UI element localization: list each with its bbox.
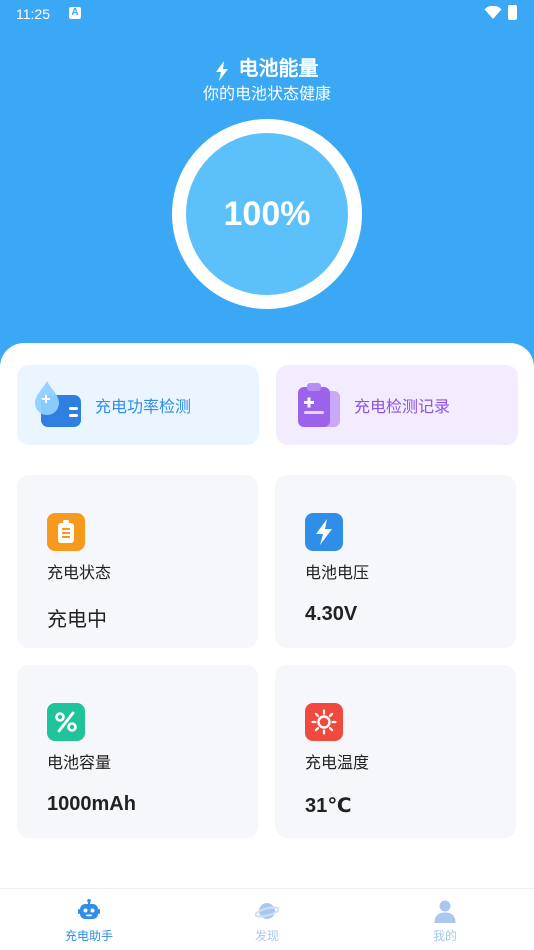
charge-record-button[interactable]: 充电检测记录 <box>276 365 518 445</box>
quick-action-label: 充电功率检测 <box>95 397 192 416</box>
card-label: 充电温度 <box>305 753 370 772</box>
battery-drop-icon <box>31 377 87 433</box>
card-value: 充电中 <box>47 607 107 631</box>
tab-label: 发现 <box>254 929 279 943</box>
notification-icon: A <box>69 7 81 19</box>
quick-action-label: 充电检测记录 <box>354 397 451 416</box>
lightning-icon <box>305 513 343 551</box>
card-value: 4.30V <box>305 603 358 625</box>
user-icon <box>434 900 456 923</box>
card-value: 31℃ <box>305 795 352 817</box>
page-subtitle: 你的电池状态健康 <box>202 84 331 103</box>
battery-status-icon <box>47 513 85 551</box>
robot-icon <box>78 899 100 919</box>
tab-label: 充电助手 <box>64 929 113 943</box>
page-title: 电池能量 <box>0 52 534 81</box>
status-time: 11:25 <box>16 6 50 22</box>
charging-temperature-card: 充电温度 31℃ <box>275 665 516 838</box>
battery-voltage-card: 电池电压 4.30V <box>275 475 516 648</box>
battery-percent: 100% <box>186 133 348 295</box>
tab-mine[interactable]: 我的 <box>385 889 505 950</box>
status-bar: 11:25 A <box>0 0 534 28</box>
planet-icon <box>255 903 279 919</box>
card-value: 1000mAh <box>47 793 136 815</box>
wifi-icon <box>484 6 502 19</box>
clipboard-plus-icon <box>290 377 346 433</box>
card-label: 电池电压 <box>305 563 370 582</box>
lightning-icon <box>216 60 229 81</box>
percent-icon <box>47 703 85 741</box>
battery-status-icon <box>508 5 517 20</box>
battery-capacity-card: 电池容量 1000mAh <box>17 665 258 838</box>
sun-icon <box>305 703 343 741</box>
tab-discover[interactable]: 发现 <box>207 889 327 950</box>
charge-power-test-button[interactable]: 充电功率检测 <box>17 365 259 445</box>
bottom-tab-bar: 充电助手 发现 我的 <box>0 888 534 950</box>
card-label: 电池容量 <box>47 753 112 772</box>
charging-status-card: 充电状态 充电中 <box>17 475 258 648</box>
tab-charging-assistant[interactable]: 充电助手 <box>29 889 149 950</box>
card-label: 充电状态 <box>47 563 112 582</box>
tab-label: 我的 <box>432 929 457 943</box>
